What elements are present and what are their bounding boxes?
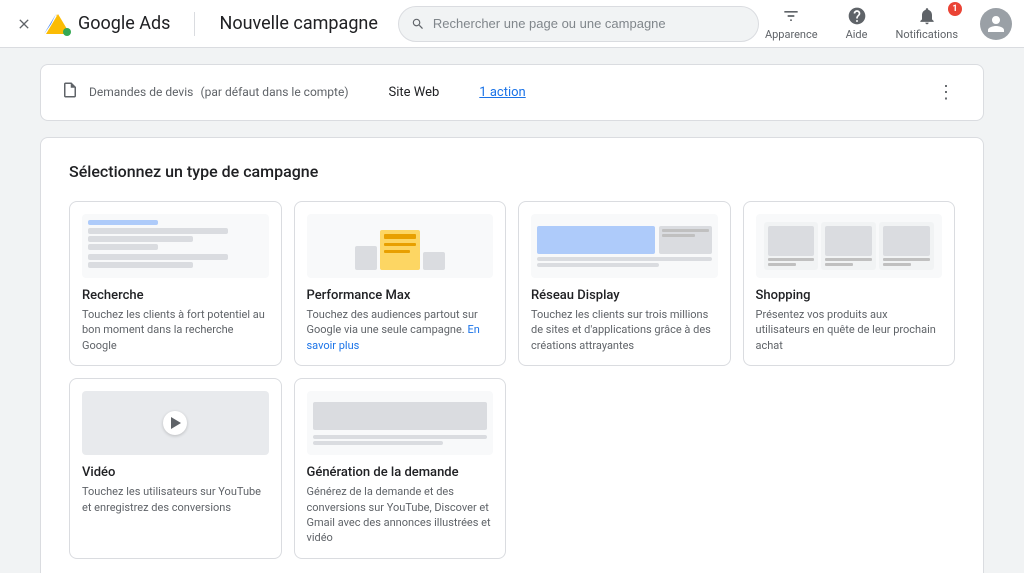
- help-label: Aide: [846, 28, 868, 41]
- campaign-card-performance-max[interactable]: Performance Max Touchez des audiences pa…: [294, 201, 507, 366]
- play-triangle-icon: [171, 417, 181, 429]
- close-button[interactable]: [12, 12, 36, 36]
- play-button-icon: [163, 411, 187, 435]
- conversion-middle: Site Web 1 action: [389, 85, 526, 100]
- campaign-card-recherche[interactable]: Recherche Touchez les clients à fort pot…: [69, 201, 282, 366]
- notification-badge: 1: [948, 2, 962, 16]
- top-navigation: Google Ads Nouvelle campagne Apparence A…: [0, 0, 1024, 48]
- help-icon: [847, 6, 867, 26]
- nav-divider: [194, 12, 195, 36]
- search-bar[interactable]: [398, 6, 759, 42]
- appearance-label: Apparence: [765, 28, 818, 41]
- conversion-label: Demandes de devis (par défaut dans le co…: [89, 85, 349, 100]
- page-title: Nouvelle campagne: [219, 13, 377, 34]
- avatar-icon: [986, 14, 1006, 34]
- card-thumbnail-generation-demande: [307, 391, 494, 455]
- conversion-box: Demandes de devis (par défaut dans le co…: [40, 64, 984, 121]
- app-name-label: Google Ads: [78, 13, 170, 34]
- main-content: Demandes de devis (par défaut dans le co…: [0, 48, 1024, 573]
- card-thumbnail-performance-max: [307, 214, 494, 278]
- section-title: Sélectionnez un type de campagne: [69, 162, 955, 181]
- card-thumbnail-reseau-display: [531, 214, 718, 278]
- card-thumbnail-video: [82, 391, 269, 455]
- card-name-generation-demande: Génération de la demande: [307, 465, 494, 480]
- help-button[interactable]: Aide: [840, 2, 874, 45]
- card-desc-generation-demande: Générez de la demande et des conversions…: [307, 484, 494, 546]
- card-name-recherche: Recherche: [82, 288, 269, 303]
- card-desc-video: Touchez les utilisateurs sur YouTube et …: [82, 484, 269, 515]
- card-thumbnail-shopping: [756, 214, 943, 278]
- notifications-icon: [917, 6, 937, 26]
- campaign-card-video[interactable]: Vidéo Touchez les utilisateurs sur YouTu…: [69, 378, 282, 559]
- appearance-button[interactable]: Apparence: [759, 2, 824, 45]
- card-name-video: Vidéo: [82, 465, 269, 480]
- card-desc-reseau-display: Touchez les clients sur trois millions d…: [531, 307, 718, 353]
- nav-right: Apparence Aide Notifications 1: [759, 2, 1012, 45]
- more-options-button[interactable]: ⋮: [929, 78, 963, 107]
- conversion-right: ⋮: [929, 82, 963, 103]
- campaign-type-box: Sélectionnez un type de campagne Recherc…: [40, 137, 984, 573]
- campaign-card-generation-demande[interactable]: Génération de la demande Générez de la d…: [294, 378, 507, 559]
- card-name-shopping: Shopping: [756, 288, 943, 303]
- conversion-left: Demandes de devis (par défaut dans le co…: [61, 81, 349, 104]
- empty-slot-1: [518, 378, 731, 559]
- conversion-info: Demandes de devis (par défaut dans le co…: [89, 85, 349, 100]
- card-desc-recherche: Touchez les clients à fort potentiel au …: [82, 307, 269, 353]
- card-desc-performance-max: Touchez des audiences partout sur Google…: [307, 307, 494, 353]
- empty-slot-2: [743, 378, 956, 559]
- campaign-card-shopping[interactable]: Shopping Présentez vos produits aux util…: [743, 201, 956, 366]
- conversion-action[interactable]: 1 action: [479, 85, 525, 100]
- user-avatar[interactable]: [980, 8, 1012, 40]
- appearance-icon: [781, 6, 801, 26]
- card-thumbnail-recherche: [82, 214, 269, 278]
- campaign-card-grid-row2: Vidéo Touchez les utilisateurs sur YouTu…: [69, 378, 955, 559]
- campaign-card-grid-row1: Recherche Touchez les clients à fort pot…: [69, 201, 955, 366]
- card-name-reseau-display: Réseau Display: [531, 288, 718, 303]
- document-icon: [61, 81, 79, 104]
- campaign-card-reseau-display[interactable]: Réseau Display Touchez les clients sur t…: [518, 201, 731, 366]
- search-input[interactable]: [433, 16, 746, 31]
- notifications-label: Notifications: [895, 28, 958, 41]
- google-ads-logo-icon: [44, 10, 72, 38]
- card-desc-shopping: Présentez vos produits aux utilisateurs …: [756, 307, 943, 353]
- nav-left: Google Ads Nouvelle campagne: [12, 10, 378, 38]
- google-ads-logo: Google Ads: [44, 10, 170, 38]
- card-name-performance-max: Performance Max: [307, 288, 494, 303]
- notifications-button[interactable]: Notifications 1: [889, 2, 964, 45]
- conversion-site: Site Web: [389, 85, 440, 100]
- search-icon: [411, 17, 425, 31]
